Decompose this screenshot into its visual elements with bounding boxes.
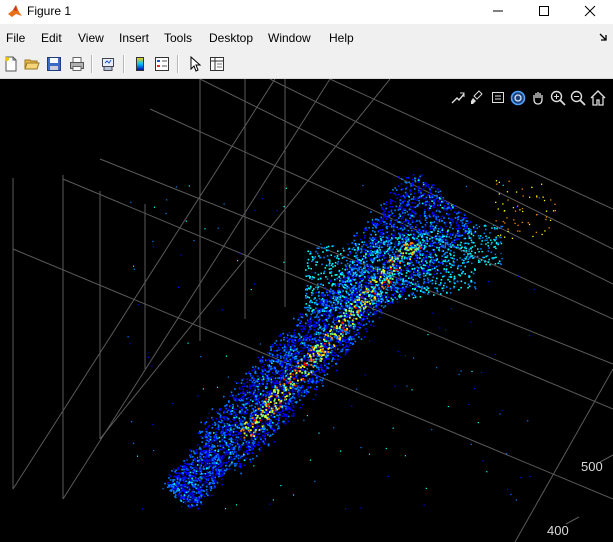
brush-icon	[471, 90, 483, 104]
dock-arrow-icon[interactable]	[598, 32, 608, 42]
link-plot-button[interactable]	[97, 53, 119, 75]
pointer-icon	[190, 56, 202, 72]
menu-desktop[interactable]: Desktop	[209, 31, 253, 45]
restore-view-button[interactable]	[589, 89, 607, 107]
legend-icon	[155, 57, 169, 71]
point-cloud	[127, 174, 540, 510]
edit-plot-button[interactable]	[184, 53, 206, 75]
save-button[interactable]	[43, 53, 65, 75]
new-figure-button[interactable]	[0, 53, 22, 75]
maximize-button[interactable]	[521, 0, 567, 22]
zoom-out-icon	[570, 90, 586, 106]
insert-colorbar-button[interactable]	[129, 53, 151, 75]
brush-button[interactable]	[469, 89, 487, 107]
menu-edit[interactable]: Edit	[41, 31, 62, 45]
menu-file[interactable]: File	[6, 31, 25, 45]
rotate-3d-icon	[510, 90, 526, 106]
menu-insert[interactable]: Insert	[119, 31, 149, 45]
property-inspector-icon	[210, 57, 224, 71]
export-icon	[451, 92, 465, 104]
zoom-in-icon	[550, 90, 566, 106]
save-icon	[47, 57, 61, 71]
menu-bar: File Edit View Insert Tools Desktop Wind…	[0, 24, 613, 50]
minimize-icon	[493, 10, 503, 12]
z-tick-label: 400	[547, 523, 569, 538]
data-tips-icon	[492, 92, 504, 103]
zoom-in-button[interactable]	[549, 89, 567, 107]
menu-tools[interactable]: Tools	[164, 31, 192, 45]
menu-view[interactable]: View	[78, 31, 104, 45]
home-icon	[590, 90, 606, 106]
z-tick-label: 500	[581, 459, 603, 474]
minimize-button[interactable]	[475, 0, 521, 22]
menu-window[interactable]: Window	[268, 31, 311, 45]
rotate-3d-button[interactable]	[509, 89, 527, 107]
plot-area[interactable]: 500 400	[0, 79, 613, 542]
export-button[interactable]	[449, 89, 467, 107]
maximize-icon	[539, 6, 549, 16]
axes-toolbar	[449, 89, 607, 107]
window-title: Figure 1	[27, 4, 72, 18]
print-icon	[70, 57, 84, 71]
zoom-out-button[interactable]	[569, 89, 587, 107]
new-figure-icon	[5, 56, 17, 72]
title-bar: Figure 1	[0, 0, 613, 24]
figure-toolbar	[0, 50, 613, 79]
property-inspector-button[interactable]	[206, 53, 228, 75]
close-icon	[584, 5, 596, 17]
matlab-logo-icon	[8, 5, 22, 17]
colorbar-icon	[136, 57, 144, 71]
data-tips-button[interactable]	[489, 89, 507, 107]
print-button[interactable]	[66, 53, 88, 75]
menu-help[interactable]: Help	[329, 31, 354, 45]
3d-point-cloud-axes[interactable]	[0, 79, 613, 542]
pan-icon	[533, 92, 543, 105]
close-button[interactable]	[567, 0, 613, 22]
pan-button[interactable]	[529, 89, 547, 107]
open-file-button[interactable]	[21, 53, 43, 75]
open-file-icon	[24, 59, 40, 70]
insert-legend-button[interactable]	[151, 53, 173, 75]
link-plot-icon	[102, 58, 114, 71]
